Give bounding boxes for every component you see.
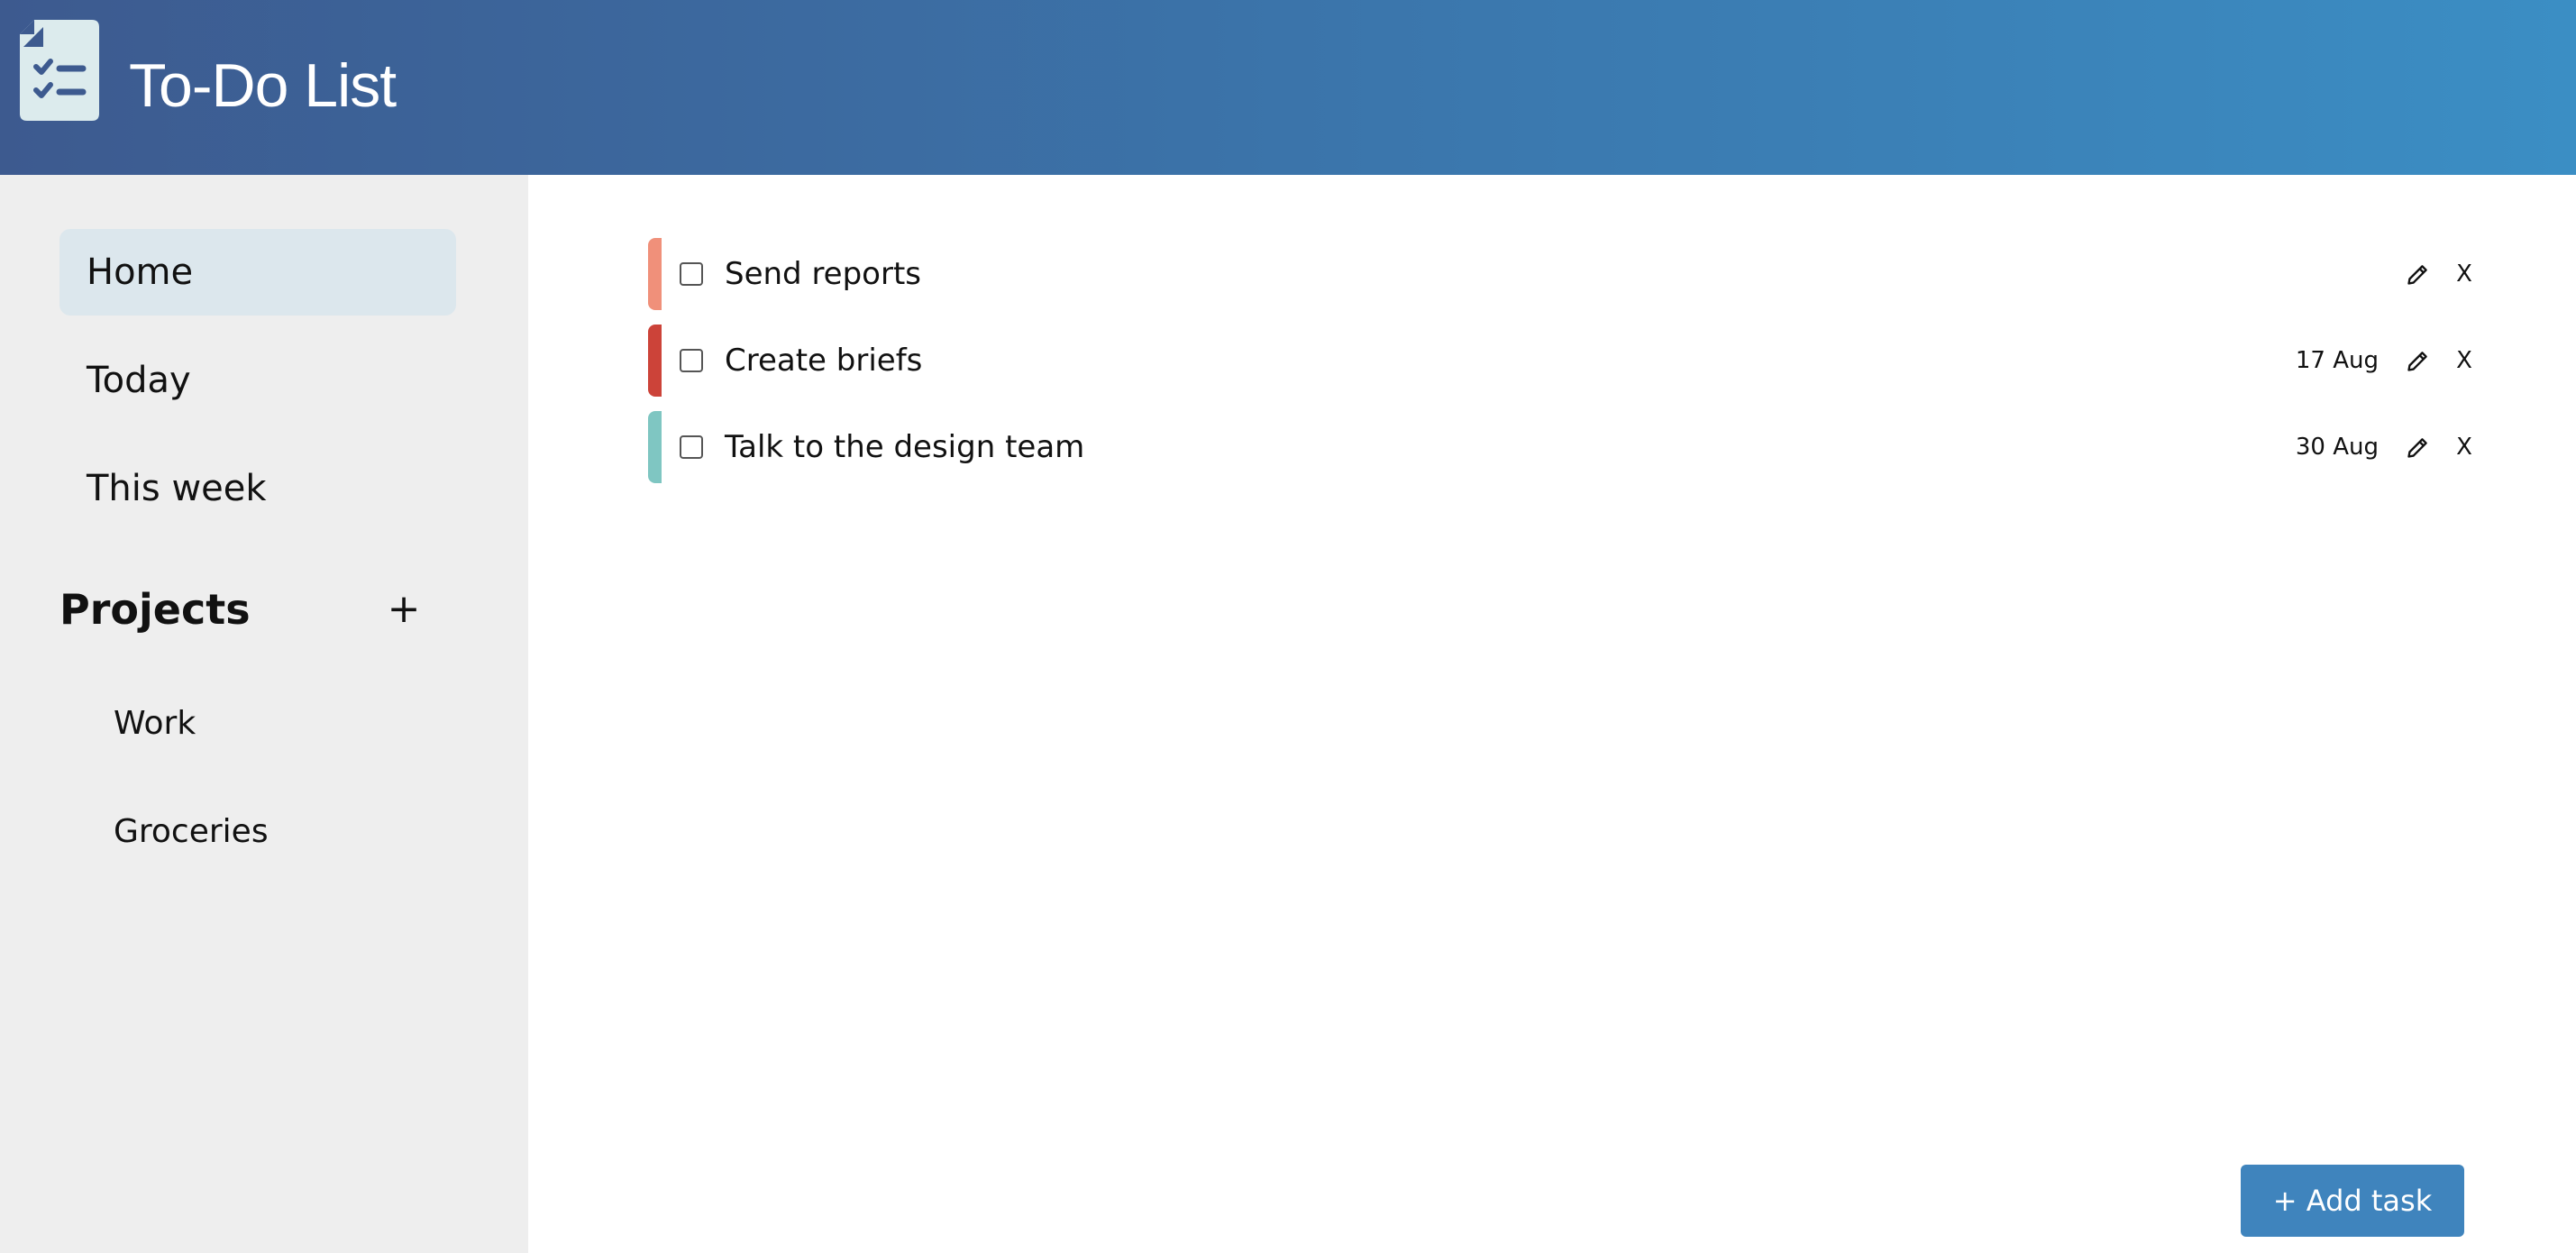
- delete-task-button[interactable]: X: [2451, 325, 2478, 397]
- task-row: Talk to the design team 30 Aug X: [648, 411, 2478, 483]
- pencil-icon[interactable]: [2406, 348, 2431, 373]
- add-project-button[interactable]: +: [379, 581, 429, 638]
- pencil-icon[interactable]: [2406, 434, 2431, 460]
- nav-item-today[interactable]: Today: [59, 337, 456, 424]
- nav-item-this-week[interactable]: This week: [59, 445, 456, 532]
- projects-heading: Projects: [59, 585, 251, 634]
- app-header: To-Do List: [0, 0, 2576, 175]
- task-row: Send reports X: [648, 238, 2478, 310]
- task-date: 30 Aug: [2295, 434, 2379, 461]
- task-row: Create briefs 17 Aug X: [648, 325, 2478, 397]
- delete-task-button[interactable]: X: [2451, 411, 2478, 483]
- task-checkbox[interactable]: [680, 349, 703, 372]
- task-checkbox[interactable]: [680, 262, 703, 286]
- task-priority-bar: [648, 238, 662, 310]
- task-title: Talk to the design team: [725, 429, 1085, 465]
- task-list-panel: Send reports X Create briefs 17 Aug X Ta…: [528, 175, 2576, 1253]
- project-item-work[interactable]: Work: [87, 683, 456, 764]
- task-date: 17 Aug: [2295, 347, 2379, 374]
- sidebar: Home Today This week Projects + Work Gro…: [0, 175, 528, 1253]
- nav-item-home[interactable]: Home: [59, 229, 456, 316]
- add-task-button[interactable]: + Add task: [2241, 1165, 2464, 1237]
- pencil-icon[interactable]: [2406, 261, 2431, 287]
- delete-task-button[interactable]: X: [2451, 238, 2478, 310]
- app-title: To-Do List: [129, 51, 397, 120]
- task-checkbox[interactable]: [680, 435, 703, 459]
- task-title: Create briefs: [725, 343, 923, 379]
- checklist-document-icon: [20, 20, 99, 121]
- task-priority-bar: [648, 411, 662, 483]
- task-title: Send reports: [725, 256, 921, 292]
- project-item-groceries[interactable]: Groceries: [87, 791, 456, 873]
- task-priority-bar: [648, 325, 662, 397]
